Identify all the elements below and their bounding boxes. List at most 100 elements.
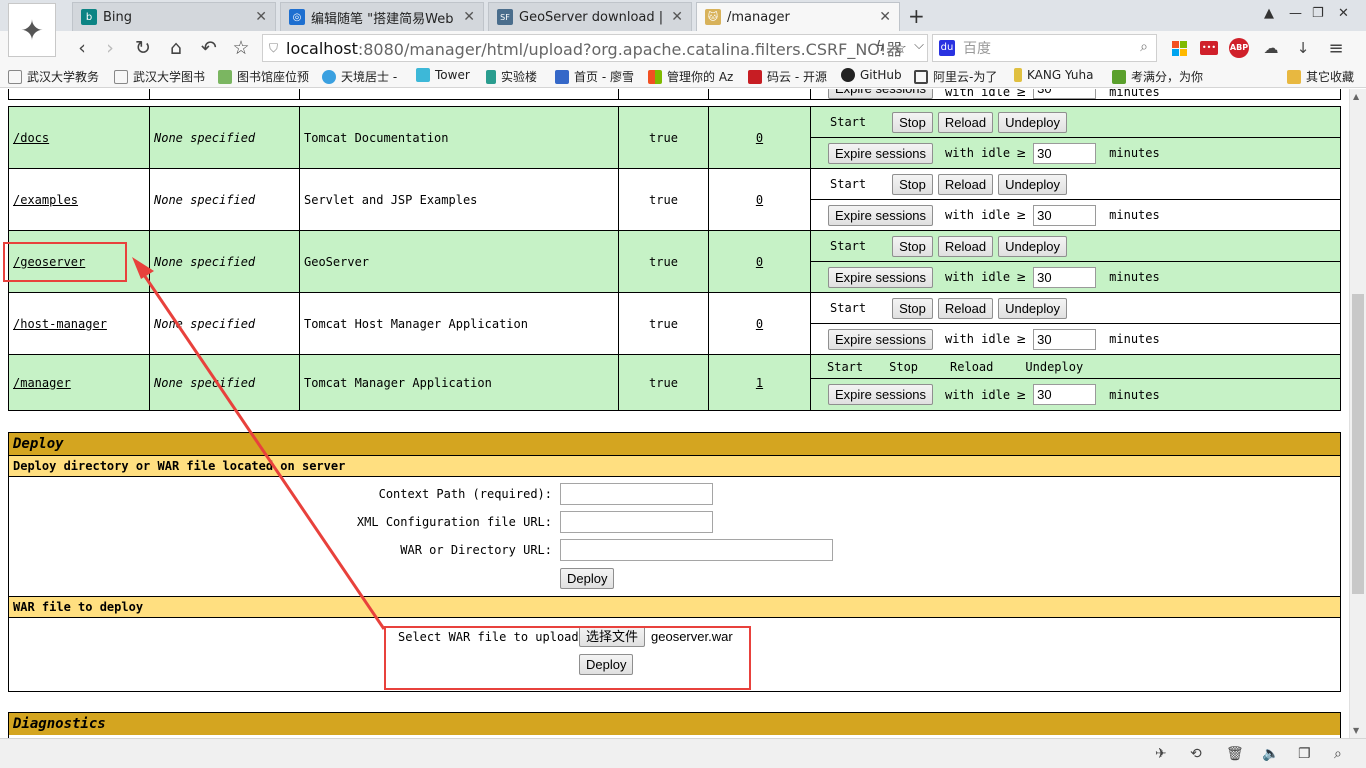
scroll-up-icon[interactable]: ▲	[1353, 92, 1359, 101]
undeploy-button[interactable]: Undeploy	[998, 173, 1068, 195]
sessions-link[interactable]: 1	[756, 376, 763, 390]
expire-sessions-button[interactable]: Expire sessions	[828, 89, 934, 99]
pin-icon[interactable]: ✈	[1155, 746, 1167, 762]
zoom-icon[interactable]: ⌕	[1334, 746, 1342, 762]
home-icon[interactable]: ⌂	[164, 36, 188, 60]
app-path-link[interactable]: /manager	[13, 376, 71, 390]
idle-minutes-input[interactable]	[1033, 89, 1097, 99]
reload-icon[interactable]: ↻	[131, 36, 155, 60]
bookmark-item[interactable]: KANG Yuha	[1014, 68, 1093, 82]
bookmark-item[interactable]: 天境居士 -	[322, 68, 397, 85]
other-bookmarks[interactable]: 其它收藏	[1287, 68, 1354, 85]
close-tab-icon[interactable]: ✕	[879, 9, 891, 25]
tab-manager[interactable]: 🐱 /manager ✕	[696, 2, 900, 31]
tab-cnblogs[interactable]: ◎ 编辑随笔 "搭建简易Web GI ✕	[280, 2, 484, 31]
reload-button[interactable]: Reload	[937, 297, 994, 319]
bookmark-item[interactable]: 阿里云-为了	[914, 68, 997, 85]
bookmark-item[interactable]: Tower	[416, 68, 470, 82]
dropdown-icon[interactable]: ⌵	[914, 38, 924, 53]
close-tab-icon[interactable]: ✕	[671, 9, 683, 25]
idle-minutes-input[interactable]	[1033, 142, 1097, 164]
window-icon[interactable]: ❐	[1298, 746, 1311, 762]
sessions-link[interactable]: 0	[756, 317, 763, 331]
star-icon[interactable]: ☆	[229, 36, 253, 60]
sessions-link[interactable]: 0	[756, 193, 763, 207]
bookmark-item[interactable]: 图书馆座位预	[218, 68, 309, 85]
close-tab-icon[interactable]: ✕	[255, 9, 267, 25]
menu-icon[interactable]: ≡	[1325, 37, 1347, 59]
shirt-icon[interactable]: ▲	[1264, 6, 1274, 21]
extension-red-icon[interactable]: •••	[1198, 37, 1220, 59]
close-tab-icon[interactable]: ✕	[463, 9, 475, 25]
start-link[interactable]: Start	[827, 360, 863, 374]
reload-link[interactable]: Reload	[950, 360, 993, 374]
undeploy-button[interactable]: Undeploy	[998, 235, 1068, 257]
expire-sessions-button[interactable]: Expire sessions	[828, 328, 934, 350]
reload-button[interactable]: Reload	[937, 235, 994, 257]
undeploy-button[interactable]: Undeploy	[998, 297, 1068, 319]
search-box[interactable]: du 百度 ⌕	[932, 34, 1157, 62]
chevron-left-icon[interactable]: ‹	[70, 36, 94, 60]
vertical-scrollbar[interactable]: ▲ ▼	[1349, 89, 1366, 738]
bookmark-item[interactable]: 武汉大学图书	[114, 68, 205, 85]
xml-config-input[interactable]	[560, 511, 713, 533]
scrollbar-thumb[interactable]	[1352, 294, 1364, 594]
expire-sessions-button[interactable]: Expire sessions	[828, 266, 934, 288]
reload-button[interactable]: Reload	[937, 173, 994, 195]
war-dir-url-input[interactable]	[560, 539, 833, 561]
reload-button[interactable]: Reload	[937, 111, 994, 133]
ge-symbol: ≥	[1016, 270, 1027, 284]
scroll-down-icon[interactable]: ▼	[1353, 726, 1359, 735]
bookmark-item[interactable]: 实验楼	[486, 68, 537, 85]
expire-sessions-button[interactable]: Expire sessions	[828, 204, 934, 226]
idle-minutes-input[interactable]	[1033, 266, 1097, 288]
idle-minutes-input[interactable]	[1033, 328, 1097, 350]
undo-icon[interactable]: ↶	[197, 36, 221, 60]
bookmark-item[interactable]: 码云 - 开源	[748, 68, 827, 85]
app-path-link[interactable]: /examples	[13, 193, 78, 207]
expire-sessions-button[interactable]: Expire sessions	[828, 142, 934, 164]
stop-button[interactable]: Stop	[892, 111, 933, 133]
new-tab-icon[interactable]: +	[908, 4, 925, 28]
stop-button[interactable]: Stop	[892, 235, 933, 257]
context-path-input[interactable]	[560, 483, 713, 505]
undeploy-button[interactable]: Undeploy	[998, 111, 1068, 133]
speaker-icon[interactable]: 🔈	[1262, 746, 1279, 762]
apps-grid-icon[interactable]	[1168, 37, 1190, 59]
maximize-icon[interactable]: ❐	[1312, 6, 1324, 21]
minimize-icon[interactable]: —	[1289, 6, 1302, 21]
adblock-icon[interactable]: ABP	[1228, 37, 1250, 59]
bookmark-star-icon[interactable]: ☆	[893, 38, 907, 57]
sessions-link[interactable]: 0	[756, 131, 763, 145]
app-path-link[interactable]: /docs	[13, 131, 49, 145]
lightning-icon[interactable]: ϟ	[876, 39, 885, 55]
bookmark-item[interactable]: 考满分，为你	[1112, 68, 1203, 85]
history-icon[interactable]: ⟲	[1190, 746, 1202, 762]
sessions-link[interactable]: 0	[756, 255, 763, 269]
bookmark-label: 其它收藏	[1306, 70, 1355, 84]
idle-minutes-input[interactable]	[1033, 384, 1097, 405]
download-icon[interactable]: ↓	[1292, 37, 1314, 59]
expire-sessions-button[interactable]: Expire sessions	[828, 384, 934, 405]
undeploy-link[interactable]: Undeploy	[1025, 360, 1083, 374]
idle-minutes-input[interactable]	[1033, 204, 1097, 226]
chevron-right-icon[interactable]: ›	[98, 36, 122, 60]
stop-button[interactable]: Stop	[892, 297, 933, 319]
stop-link[interactable]: Stop	[889, 360, 918, 374]
bookmark-item[interactable]: 管理你的 Az	[648, 68, 733, 85]
app-path-link[interactable]: /host-manager	[13, 317, 107, 331]
address-bar[interactable]: ⛉ localhost:8080/manager/html/upload?org…	[262, 34, 928, 62]
trash-icon[interactable]: 🗑	[1226, 746, 1244, 762]
search-icon[interactable]: ⌕	[1140, 39, 1148, 55]
stop-button[interactable]: Stop	[892, 173, 933, 195]
bookmark-item[interactable]: 首页 - 廖雪	[555, 68, 634, 85]
expire-row: Expire sessions with idle ≥ minutes	[811, 324, 1340, 354]
bookmark-item[interactable]: GitHub	[841, 68, 902, 82]
profile-avatar[interactable]: ✦	[8, 3, 56, 57]
tab-sourceforge[interactable]: SF GeoServer download | So ✕	[488, 2, 692, 31]
bookmark-item[interactable]: 武汉大学教务	[8, 68, 99, 85]
close-window-icon[interactable]: ✕	[1338, 6, 1349, 21]
deploy-server-button[interactable]: Deploy	[560, 568, 615, 589]
cloud-icon[interactable]: ☁	[1260, 37, 1282, 59]
tab-bing[interactable]: b Bing ✕	[72, 2, 276, 31]
